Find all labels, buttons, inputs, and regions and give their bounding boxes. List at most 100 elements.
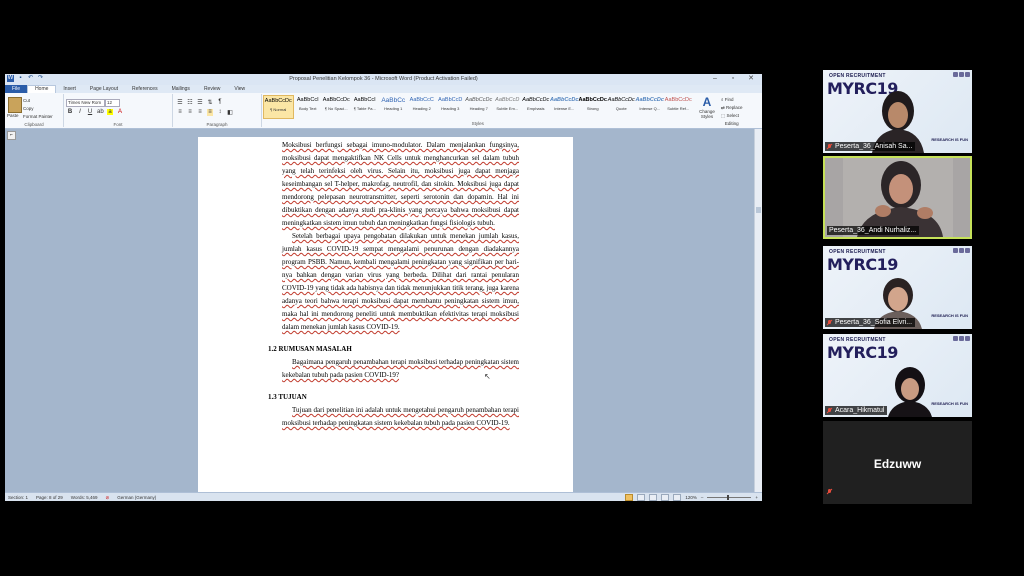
bold-button[interactable]: B: [67, 109, 73, 115]
multilevel-list-icon[interactable]: ☰: [197, 99, 203, 106]
format-painter-button[interactable]: Format Painter: [23, 113, 53, 121]
zoom-in-icon[interactable]: +: [755, 495, 758, 500]
participant-tile-5[interactable]: Edzuww: [823, 421, 972, 504]
participant-name: Peserta_36_Andi Nurhaliz...: [829, 227, 917, 234]
style-sample: AaBbCcDc: [465, 97, 493, 103]
ruler-toggle-icon[interactable]: ⌐: [7, 131, 16, 140]
page-indicator[interactable]: Page: 8 of 29: [36, 495, 63, 501]
language-indicator[interactable]: German (Germany): [117, 495, 156, 501]
line-spacing-icon[interactable]: ↕: [217, 109, 223, 116]
style-body-text[interactable]: AaBbCcI Body Text: [294, 95, 323, 117]
font-color-icon[interactable]: A: [117, 109, 123, 115]
font-name-box[interactable]: Times New Rom: [66, 99, 105, 107]
sort-icon[interactable]: ⇅: [207, 99, 213, 106]
style-heading-1[interactable]: AaBbCc Heading 1: [379, 95, 408, 117]
proofing-icon[interactable]: ⊘: [105, 495, 109, 501]
zoom-out-icon[interactable]: –: [701, 495, 704, 500]
highlight-icon[interactable]: a: [107, 109, 113, 115]
style-emphasis[interactable]: AaBbCcDc Emphasis: [522, 95, 551, 117]
style-intense-quote[interactable]: AaBbCcDc Intense Q...: [636, 95, 665, 117]
ribbon: Paste Cut Copy Format Painter Clipboard …: [5, 93, 762, 129]
style-name: Heading 3: [441, 106, 460, 111]
paragraph-4[interactable]: Tujuan dari penelitian ini adalah untuk …: [282, 404, 519, 430]
web-layout-view-icon[interactable]: [649, 494, 658, 501]
participant-tile-3[interactable]: OPEN RECRUITMENT MYRC19 RESEARCH IS FUN …: [823, 246, 972, 329]
tab-home[interactable]: Home: [27, 85, 57, 93]
style-heading-7[interactable]: AaBbCcDc Heading 7: [465, 95, 494, 117]
style-no-spacing[interactable]: AaBbCcDc ¶ No Spaci...: [322, 95, 351, 117]
maximize-button[interactable]: ▫: [724, 74, 742, 84]
document-page[interactable]: Moksibusi berfungsi sebagai imuno-modula…: [198, 137, 573, 492]
tile-status-icons: [953, 72, 970, 77]
change-styles-button[interactable]: A Change Styles: [697, 95, 717, 119]
word-count[interactable]: Words: 5,469: [71, 495, 98, 501]
document-body[interactable]: Moksibusi berfungsi sebagai imuno-modula…: [268, 139, 519, 430]
mic-muted-icon: [827, 489, 832, 495]
paste-button[interactable]: Paste: [7, 113, 19, 118]
style-quote[interactable]: AaBbCcDc Quote: [607, 95, 636, 117]
show-marks-icon[interactable]: ¶: [217, 99, 223, 106]
tab-review[interactable]: Review: [197, 85, 227, 93]
style-sample: AaBbCcDc: [322, 97, 350, 103]
print-layout-view-icon[interactable]: [625, 494, 634, 501]
participant-tile-1[interactable]: OPEN RECRUITMENT MYRC19 RESEARCH IS FUN …: [823, 70, 972, 153]
heading-tujuan[interactable]: 1.3 TUJUAN: [268, 391, 505, 404]
title-bar: W ▪ ↶ ↷ Proposal Penelitian Kelompok 36 …: [5, 74, 762, 85]
section-indicator[interactable]: Section: 1: [8, 495, 28, 501]
paragraph-1[interactable]: Moksibusi berfungsi sebagai imuno-modula…: [282, 139, 519, 230]
mic-muted-icon: [827, 407, 832, 414]
paragraph-2[interactable]: Setelah berbagai upaya pengobatan dilaku…: [282, 230, 519, 334]
paste-icon[interactable]: [8, 97, 22, 113]
select-label: Select: [726, 113, 740, 118]
strikethrough-button[interactable]: ab: [97, 109, 104, 115]
mic-muted-icon: [827, 319, 832, 326]
close-button[interactable]: ✕: [742, 74, 760, 84]
replace-button[interactable]: ⇄ Replace: [721, 104, 743, 112]
select-button[interactable]: ⬚ Select: [721, 112, 743, 120]
bullets-icon[interactable]: ☰: [177, 99, 183, 106]
participant-tile-2[interactable]: Peserta_36_Andi Nurhaliz...: [823, 156, 972, 239]
zoom-slider[interactable]: [707, 495, 752, 500]
styles-label: Styles: [471, 121, 484, 126]
justify-icon[interactable]: ≡: [207, 109, 213, 116]
align-row: ≡ ≡ ≡ ≡ ↕ ◧: [177, 109, 233, 116]
find-button[interactable]: ⌕ Find: [721, 96, 743, 104]
style-intense-emphasis[interactable]: AaBbCcDc Intense E...: [550, 95, 579, 117]
tab-file[interactable]: File: [5, 85, 28, 93]
tab-view[interactable]: View: [227, 85, 252, 93]
participant-tile-4[interactable]: OPEN RECRUITMENT MYRC19 RESEARCH IS FUN …: [823, 334, 972, 417]
minimize-button[interactable]: –: [706, 74, 724, 84]
style-strong[interactable]: AaBbCcDc Strong: [579, 95, 608, 117]
draft-view-icon[interactable]: [673, 494, 682, 501]
scroll-thumb[interactable]: [756, 207, 761, 213]
style-heading-2[interactable]: AaBbCcC Heading 2: [408, 95, 437, 117]
style-subtle-emphasis[interactable]: AaBbCcD Subtle Em...: [493, 95, 522, 117]
align-center-icon[interactable]: ≡: [187, 109, 193, 116]
font-size-box[interactable]: 12: [105, 99, 120, 107]
style-sample: AaBbCcDc: [522, 97, 550, 103]
style-subtle-reference[interactable]: AaBbCcDc Subtle Ref...: [664, 95, 693, 117]
style-name: Heading 7: [469, 106, 488, 111]
tab-mailings[interactable]: Mailings: [165, 85, 197, 93]
align-left-icon[interactable]: ≡: [177, 109, 183, 116]
style-heading-3[interactable]: AaBbCcD Heading 3: [436, 95, 465, 117]
style-name: Intense Q...: [639, 106, 661, 111]
tab-references[interactable]: References: [125, 85, 165, 93]
shading-icon[interactable]: ◧: [227, 109, 233, 116]
outline-view-icon[interactable]: [661, 494, 670, 501]
align-right-icon[interactable]: ≡: [197, 109, 203, 116]
italic-button[interactable]: I: [77, 109, 83, 115]
style-name: ¶ Normal: [270, 107, 287, 112]
style-table-paragraph[interactable]: AaBbCcI ¶ Table Pa...: [351, 95, 380, 117]
zoom-level[interactable]: 120%: [685, 495, 697, 500]
copy-button[interactable]: Copy: [23, 105, 53, 113]
heading-rumusan-masalah[interactable]: 1.2 RUMUSAN MASALAH: [268, 343, 505, 356]
numbering-icon[interactable]: ☷: [187, 99, 193, 106]
underline-button[interactable]: U: [87, 109, 93, 115]
full-screen-view-icon[interactable]: [637, 494, 646, 501]
tab-insert[interactable]: Insert: [56, 85, 83, 93]
vertical-scrollbar[interactable]: [754, 129, 762, 492]
style-normal[interactable]: AaBbCcDc ¶ Normal: [263, 95, 294, 119]
cut-button[interactable]: Cut: [23, 97, 53, 105]
tab-page-layout[interactable]: Page Layout: [83, 85, 125, 93]
